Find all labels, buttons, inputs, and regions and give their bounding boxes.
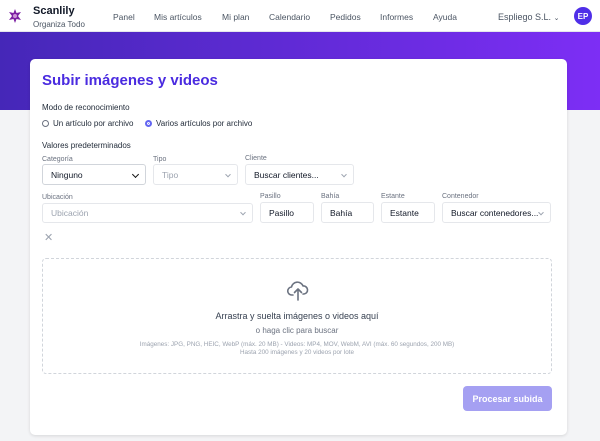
estante-input[interactable]: Estante (381, 202, 435, 223)
nav-pedidos[interactable]: Pedidos (330, 12, 361, 22)
org-selector[interactable]: Espliego S.L. ⌄ (498, 12, 559, 22)
defaults-label: Valores predeterminados (42, 141, 131, 150)
dropzone-limits: Hasta 200 imágenes y 20 videos por lote (239, 349, 355, 356)
avatar[interactable]: EP (574, 7, 592, 25)
radio-icon (42, 120, 49, 128)
org-name: Espliego S.L. (498, 12, 552, 22)
tipo-select[interactable]: Tipo (153, 164, 238, 185)
radio-label: Un artículo por archivo (53, 119, 134, 128)
dropzone-formats: Imágenes: JPG, PNG, HEIC, WebP (máx. 20 … (139, 341, 455, 348)
nav-calendario[interactable]: Calendario (269, 12, 310, 22)
categoria-value: Ninguno (51, 169, 83, 180)
chevron-down-icon (538, 209, 544, 215)
dropzone-subtitle: o haga clic para buscar (255, 326, 339, 335)
ubicacion-placeholder: Ubicación (51, 208, 89, 218)
categoria-select[interactable]: Ninguno (42, 164, 146, 185)
chevron-down-icon (240, 209, 246, 216)
top-header: Scanlily Organiza Todo Panel Mis artícul… (0, 0, 600, 32)
categoria-label: Categoría (42, 156, 73, 163)
bahia-input[interactable]: Bahía (321, 202, 374, 223)
nav-panel[interactable]: Panel (113, 12, 135, 22)
ubicacion-label: Ubicación (42, 194, 73, 201)
nav-mi-plan[interactable]: Mi plan (222, 12, 249, 22)
logo-icon (9, 9, 21, 23)
nav-ayuda[interactable]: Ayuda (433, 12, 457, 22)
dropzone[interactable]: Arrastra y suelta imágenes o videos aquí… (42, 258, 552, 374)
radio-checked-icon (145, 120, 152, 128)
tipo-placeholder: Tipo (162, 169, 179, 180)
tipo-label: Tipo (153, 156, 167, 163)
chevron-down-icon (131, 170, 140, 178)
upload-card: Subir imágenes y videos Modo de reconoci… (30, 59, 567, 435)
cliente-placeholder: Buscar clientes... (254, 169, 319, 180)
chevron-down-icon (341, 171, 347, 177)
cloud-upload-icon (286, 281, 309, 301)
nav-informes[interactable]: Informes (380, 12, 413, 22)
ubicacion-select[interactable]: Ubicación (42, 203, 253, 223)
pasillo-input[interactable]: Pasillo (260, 202, 314, 223)
mode-label: Modo de reconocimiento (42, 103, 130, 112)
page-title: Subir imágenes y videos (42, 72, 218, 89)
brand-name[interactable]: Scanlily (33, 5, 75, 17)
pasillo-label: Pasillo (260, 193, 281, 200)
contenedor-search[interactable]: Buscar contenedores... (442, 202, 551, 223)
chevron-down-icon: ⌄ (553, 15, 560, 22)
brand-tagline: Organiza Todo (33, 20, 85, 29)
nav-mis-articulos[interactable]: Mis artículos (154, 12, 202, 22)
chevron-down-icon (225, 171, 231, 177)
contenedor-label: Contenedor (442, 193, 479, 200)
dropzone-title: Arrastra y suelta imágenes o videos aquí (215, 311, 379, 321)
cliente-label: Cliente (245, 155, 267, 162)
close-icon[interactable]: ✕ (44, 231, 53, 244)
estante-label: Estante (381, 193, 405, 200)
process-upload-button[interactable]: Procesar subida (463, 386, 552, 411)
radio-multiple[interactable]: Varios artículos por archivo (145, 119, 252, 128)
contenedor-placeholder: Buscar contenedores... (451, 207, 539, 218)
radio-label: Varios artículos por archivo (156, 119, 253, 128)
radio-single[interactable]: Un artículo por archivo (42, 119, 133, 128)
bahia-label: Bahía (321, 193, 340, 200)
cliente-search[interactable]: Buscar clientes... (245, 164, 354, 185)
